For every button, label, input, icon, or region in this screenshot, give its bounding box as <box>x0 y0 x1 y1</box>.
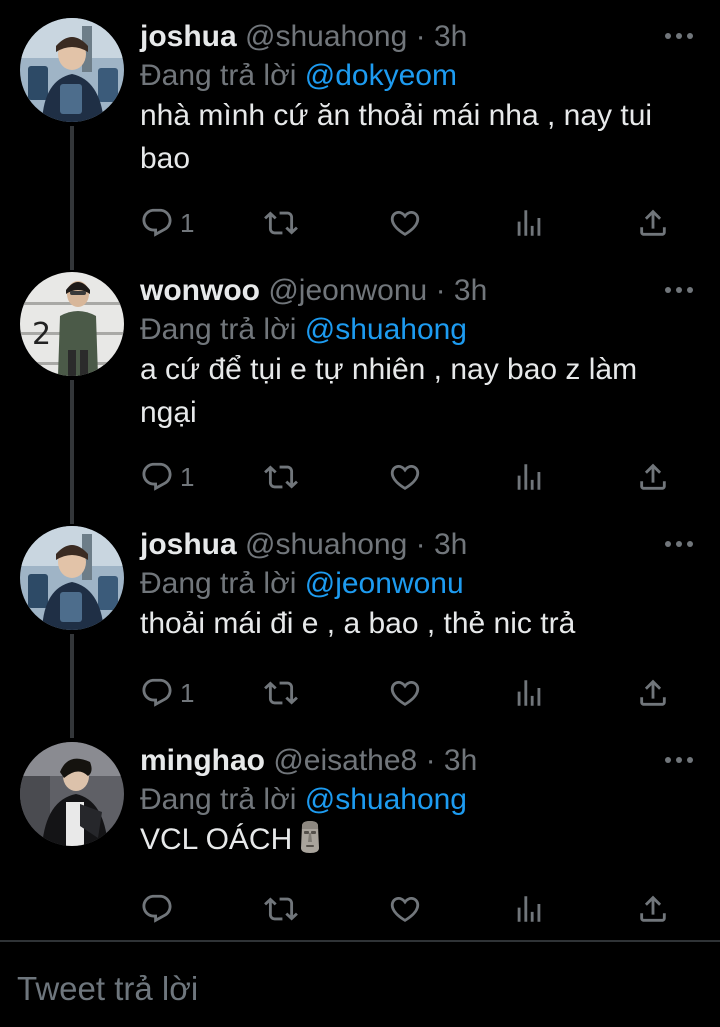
share-button[interactable] <box>636 889 670 929</box>
separator-dot: · <box>435 274 446 307</box>
avatar[interactable] <box>20 18 124 122</box>
reply-button[interactable]: 1 <box>140 203 194 243</box>
views-button[interactable] <box>512 889 546 929</box>
reply-count: 1 <box>180 207 195 238</box>
tweet-actions: 1 <box>140 457 700 497</box>
tweet[interactable]: minghao @eisathe8 · 3h Đang trả lời @shu… <box>0 724 720 940</box>
tweet-actions: 1 <box>140 673 700 713</box>
reply-icon <box>142 678 172 707</box>
tweet-header: joshua @shuahong · 3h <box>140 18 467 56</box>
reply-icon <box>142 462 172 491</box>
tweet[interactable]: 2 wonwoo @jeonwonu · 3h Đang trả lời @sh… <box>0 254 720 508</box>
heart-icon <box>390 680 420 706</box>
display-name[interactable]: joshua <box>140 528 237 561</box>
replying-to: Đang trả lời @shuahong <box>140 781 467 819</box>
timestamp[interactable]: 3h <box>434 528 467 561</box>
more-dots-icon[interactable] <box>662 280 696 300</box>
avatar[interactable] <box>20 526 124 630</box>
share-button[interactable] <box>636 673 670 713</box>
share-icon <box>640 463 666 490</box>
views-button[interactable] <box>512 203 546 243</box>
tweet-text: nhà mình cứ ăn thoải mái nha , nay tui b… <box>140 99 653 175</box>
display-name[interactable]: wonwoo <box>140 274 260 307</box>
timestamp[interactable]: 3h <box>454 274 487 307</box>
separator-dot: · <box>415 20 426 53</box>
more-dots-icon[interactable] <box>662 750 696 770</box>
reply-icon <box>142 208 172 237</box>
more-dots-icon[interactable] <box>662 26 696 46</box>
reply-button[interactable] <box>140 889 180 929</box>
user-handle[interactable]: @jeonwonu <box>268 274 427 307</box>
replying-to-label: Đang trả lời <box>140 567 297 600</box>
avatar[interactable]: 2 <box>20 272 124 376</box>
separator-dot: · <box>415 528 426 561</box>
views-button[interactable] <box>512 457 546 497</box>
timestamp[interactable]: 3h <box>434 20 467 53</box>
tweet-actions: 1 <box>140 203 700 243</box>
analytics-icon <box>517 210 541 236</box>
replying-to: Đang trả lời @dokyeom <box>140 57 457 95</box>
reply-count: 1 <box>180 461 195 492</box>
tweet-text: VCL OÁCH <box>140 823 293 856</box>
retweet-button[interactable] <box>264 457 298 497</box>
reply-mention-link[interactable]: @dokyeom <box>305 59 457 92</box>
retweet-icon <box>264 897 298 921</box>
share-icon <box>640 895 666 922</box>
display-name[interactable]: minghao <box>140 744 265 777</box>
replying-to-label: Đang trả lời <box>140 313 297 346</box>
retweet-icon <box>264 465 298 489</box>
tweet-header: joshua @shuahong · 3h <box>140 526 467 564</box>
replying-to-label: Đang trả lời <box>140 59 297 92</box>
heart-icon <box>390 464 420 490</box>
reply-count: 1 <box>180 677 195 708</box>
like-button[interactable] <box>388 889 422 929</box>
share-icon <box>640 679 666 706</box>
heart-icon <box>390 210 420 236</box>
retweet-icon <box>264 681 298 705</box>
tweet-text: a cứ để tụi e tự nhiên , nay bao z làm n… <box>140 353 638 429</box>
replying-to: Đang trả lời @shuahong <box>140 311 467 349</box>
retweet-button[interactable] <box>264 889 298 929</box>
tweet-text-container: VCL OÁCH <box>140 818 700 861</box>
reply-input[interactable] <box>17 966 697 1012</box>
share-icon <box>640 209 666 236</box>
avatar-badge-text: 2 <box>32 317 51 352</box>
avatar[interactable] <box>20 742 124 846</box>
tweet[interactable]: joshua @shuahong · 3h Đang trả lời @doky… <box>0 0 720 254</box>
separator-dot: · <box>425 744 436 777</box>
analytics-icon <box>517 464 541 490</box>
tweet-text: thoải mái đi e , a bao , thẻ nic trả <box>140 607 576 640</box>
reply-button[interactable]: 1 <box>140 673 194 713</box>
timestamp[interactable]: 3h <box>444 744 477 777</box>
reply-mention-link[interactable]: @shuahong <box>305 783 467 816</box>
tweet-header: wonwoo @jeonwonu · 3h <box>140 272 487 310</box>
share-button[interactable] <box>636 203 670 243</box>
reply-mention-link[interactable]: @shuahong <box>305 313 467 346</box>
retweet-button[interactable] <box>264 203 298 243</box>
retweet-icon <box>264 211 298 235</box>
tweet-actions <box>140 889 700 929</box>
reply-button[interactable]: 1 <box>140 457 194 497</box>
views-button[interactable] <box>512 673 546 713</box>
like-button[interactable] <box>388 457 422 497</box>
replying-to-label: Đang trả lời <box>140 783 297 816</box>
like-button[interactable] <box>388 203 422 243</box>
display-name[interactable]: joshua <box>140 20 237 53</box>
moai-emoji <box>301 821 320 853</box>
analytics-icon <box>517 680 541 706</box>
reply-mention-link[interactable]: @jeonwonu <box>305 567 464 600</box>
user-handle[interactable]: @eisathe8 <box>273 744 417 777</box>
retweet-button[interactable] <box>264 673 298 713</box>
user-handle[interactable]: @shuahong <box>245 20 407 53</box>
user-handle[interactable]: @shuahong <box>245 528 407 561</box>
share-button[interactable] <box>636 457 670 497</box>
replying-to: Đang trả lời @jeonwonu <box>140 565 464 603</box>
heart-icon <box>390 896 420 922</box>
tweet-header: minghao @eisathe8 · 3h <box>140 742 477 780</box>
analytics-icon <box>517 896 541 922</box>
reply-icon <box>142 894 172 923</box>
like-button[interactable] <box>388 673 422 713</box>
tweet[interactable]: joshua @shuahong · 3h Đang trả lời @jeon… <box>0 508 720 724</box>
more-dots-icon[interactable] <box>662 534 696 554</box>
